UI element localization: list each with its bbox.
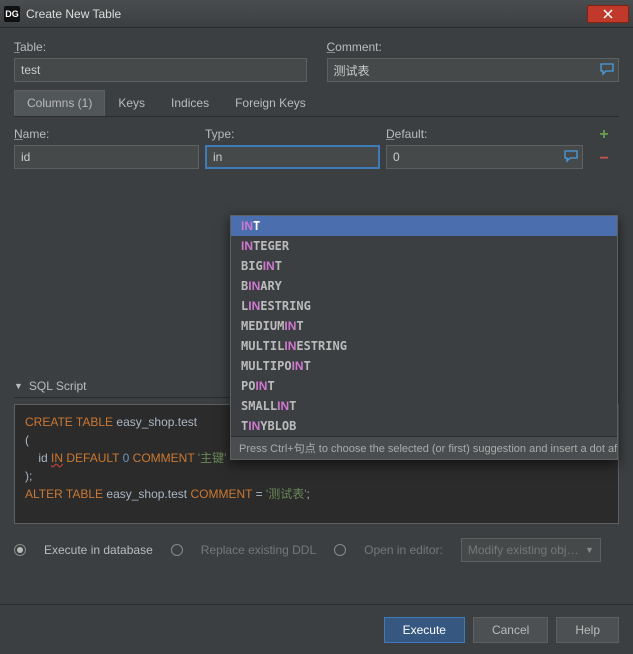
column-name-input[interactable]	[14, 145, 199, 169]
autocomplete-item[interactable]: MEDIUMINT	[231, 316, 617, 336]
tabs: Columns (1) Keys Indices Foreign Keys	[14, 90, 619, 117]
close-button[interactable]	[587, 5, 629, 23]
opt-open-editor-label: Open in editor:	[364, 543, 443, 557]
titlebar: DG Create New Table	[0, 0, 633, 28]
radio-open-editor[interactable]	[334, 544, 346, 556]
column-type-input[interactable]	[205, 145, 380, 169]
dialog-content: Table: Comment: Columns (1) Keys Indices…	[0, 28, 633, 570]
comment-label: Comment:	[327, 40, 620, 54]
col-header-type: Type:	[205, 127, 380, 141]
radio-execute-db[interactable]	[14, 544, 26, 556]
execute-button[interactable]: Execute	[384, 617, 465, 643]
default-bubble-icon[interactable]	[563, 148, 579, 164]
autocomplete-item[interactable]: BINARY	[231, 276, 617, 296]
autocomplete-dropdown: INTINTEGERBIGINTBINARYLINESTRINGMEDIUMIN…	[230, 215, 618, 460]
close-icon	[603, 9, 613, 19]
autocomplete-item[interactable]: BIGINT	[231, 256, 617, 276]
cancel-button[interactable]: Cancel	[473, 617, 548, 643]
autocomplete-item[interactable]: INTEGER	[231, 236, 617, 256]
autocomplete-item[interactable]: INT	[231, 216, 617, 236]
autocomplete-item[interactable]: MULTILINESTRING	[231, 336, 617, 356]
dialog-footer: Execute Cancel Help	[0, 604, 633, 654]
tab-foreign-keys[interactable]: Foreign Keys	[222, 90, 319, 116]
autocomplete-item[interactable]: LINESTRING	[231, 296, 617, 316]
modify-existing-dropdown[interactable]: Modify existing obj… ▼	[461, 538, 601, 562]
autocomplete-item[interactable]: TINYBLOB	[231, 416, 617, 436]
remove-column-button[interactable]: −	[599, 150, 608, 168]
opt-execute-db-label: Execute in database	[44, 543, 153, 557]
sql-section-label: SQL Script	[29, 379, 87, 393]
table-name-input[interactable]	[14, 58, 307, 82]
app-logo: DG	[4, 6, 20, 22]
opt-replace-ddl-label: Replace existing DDL	[201, 543, 316, 557]
tab-indices[interactable]: Indices	[158, 90, 222, 116]
window-title: Create New Table	[26, 7, 587, 21]
help-button[interactable]: Help	[556, 617, 619, 643]
autocomplete-item[interactable]: MULTIPOINT	[231, 356, 617, 376]
comment-bubble-icon[interactable]	[599, 61, 615, 77]
autocomplete-item[interactable]: SMALLINT	[231, 396, 617, 416]
tab-columns[interactable]: Columns (1)	[14, 90, 105, 116]
add-column-button[interactable]: +	[599, 126, 608, 144]
column-default-input[interactable]	[386, 145, 583, 169]
chevron-down-icon: ▼	[585, 545, 594, 555]
table-label: Table:	[14, 40, 307, 54]
radio-replace-ddl[interactable]	[171, 544, 183, 556]
autocomplete-item[interactable]: POINT	[231, 376, 617, 396]
collapse-icon: ▼	[14, 381, 23, 391]
col-header-name: Name:	[14, 127, 199, 141]
col-header-default: Default:	[386, 127, 583, 141]
comment-input[interactable]	[327, 58, 620, 82]
tab-keys[interactable]: Keys	[105, 90, 158, 116]
autocomplete-hint: Press Ctrl+句点 to choose the selected (or…	[231, 436, 617, 459]
